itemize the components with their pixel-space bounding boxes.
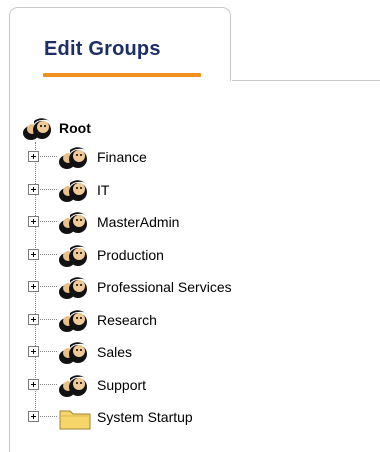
- expand-icon[interactable]: [28, 151, 39, 162]
- group-icon: [21, 116, 57, 147]
- group-icon: [57, 178, 93, 209]
- tree-node-label: Production: [97, 246, 164, 263]
- tree-node[interactable]: IT: [28, 178, 368, 202]
- tree-node[interactable]: System Startup: [28, 405, 368, 430]
- tree-connector: [40, 156, 57, 157]
- group-icon: [57, 373, 93, 404]
- tree-node-label: System Startup: [97, 409, 193, 425]
- tree-node-label: Research: [97, 311, 157, 328]
- expand-icon[interactable]: [28, 346, 39, 357]
- tree-node-label: IT: [97, 181, 110, 198]
- expand-icon[interactable]: [28, 411, 39, 422]
- tree-connector: [40, 383, 57, 385]
- tree-connector: [40, 221, 57, 222]
- folder-icon: [57, 405, 93, 436]
- tree-node-label: Professional Services: [97, 279, 232, 295]
- tree-node[interactable]: Finance: [28, 145, 368, 169]
- expand-icon[interactable]: [28, 313, 39, 325]
- tree-node[interactable]: Sales: [28, 340, 368, 364]
- tree-node-label: Sales: [97, 344, 133, 360]
- group-icon: [57, 308, 93, 339]
- tree-connector: [40, 253, 57, 255]
- tree-connector: [40, 351, 57, 352]
- group-icon: [57, 145, 93, 176]
- tab-strip-line: [232, 80, 380, 81]
- expand-icon[interactable]: [28, 281, 39, 292]
- group-icon: [57, 340, 93, 371]
- group-icon: [57, 243, 93, 274]
- expand-icon[interactable]: [28, 183, 39, 195]
- tree-node[interactable]: MasterAdmin: [28, 210, 368, 234]
- panel-border: [9, 80, 10, 452]
- tab-edit-groups[interactable]: Edit Groups: [9, 7, 231, 81]
- expand-icon[interactable]: [28, 378, 39, 390]
- tree-node[interactable]: Research: [28, 308, 368, 332]
- tab-label: Edit Groups: [44, 38, 161, 60]
- tree-node-label: Support: [97, 376, 147, 393]
- tree-node[interactable]: Professional Services: [28, 275, 368, 299]
- tree-root-label: Root: [59, 120, 91, 136]
- expand-icon[interactable]: [28, 248, 39, 260]
- group-icon: [57, 210, 93, 241]
- tree-node-label: Finance: [97, 149, 147, 165]
- group-icon: [57, 275, 93, 306]
- tree-connector: [40, 318, 57, 320]
- tree-connector: [40, 188, 57, 190]
- tree-connector: [40, 416, 57, 417]
- expand-icon[interactable]: [28, 216, 39, 227]
- tree-connector: [40, 286, 57, 287]
- tab-active-indicator: [43, 73, 201, 77]
- tree-node[interactable]: Support: [28, 373, 368, 397]
- tree-node-label: MasterAdmin: [97, 214, 180, 230]
- tree-node[interactable]: Production: [28, 243, 368, 267]
